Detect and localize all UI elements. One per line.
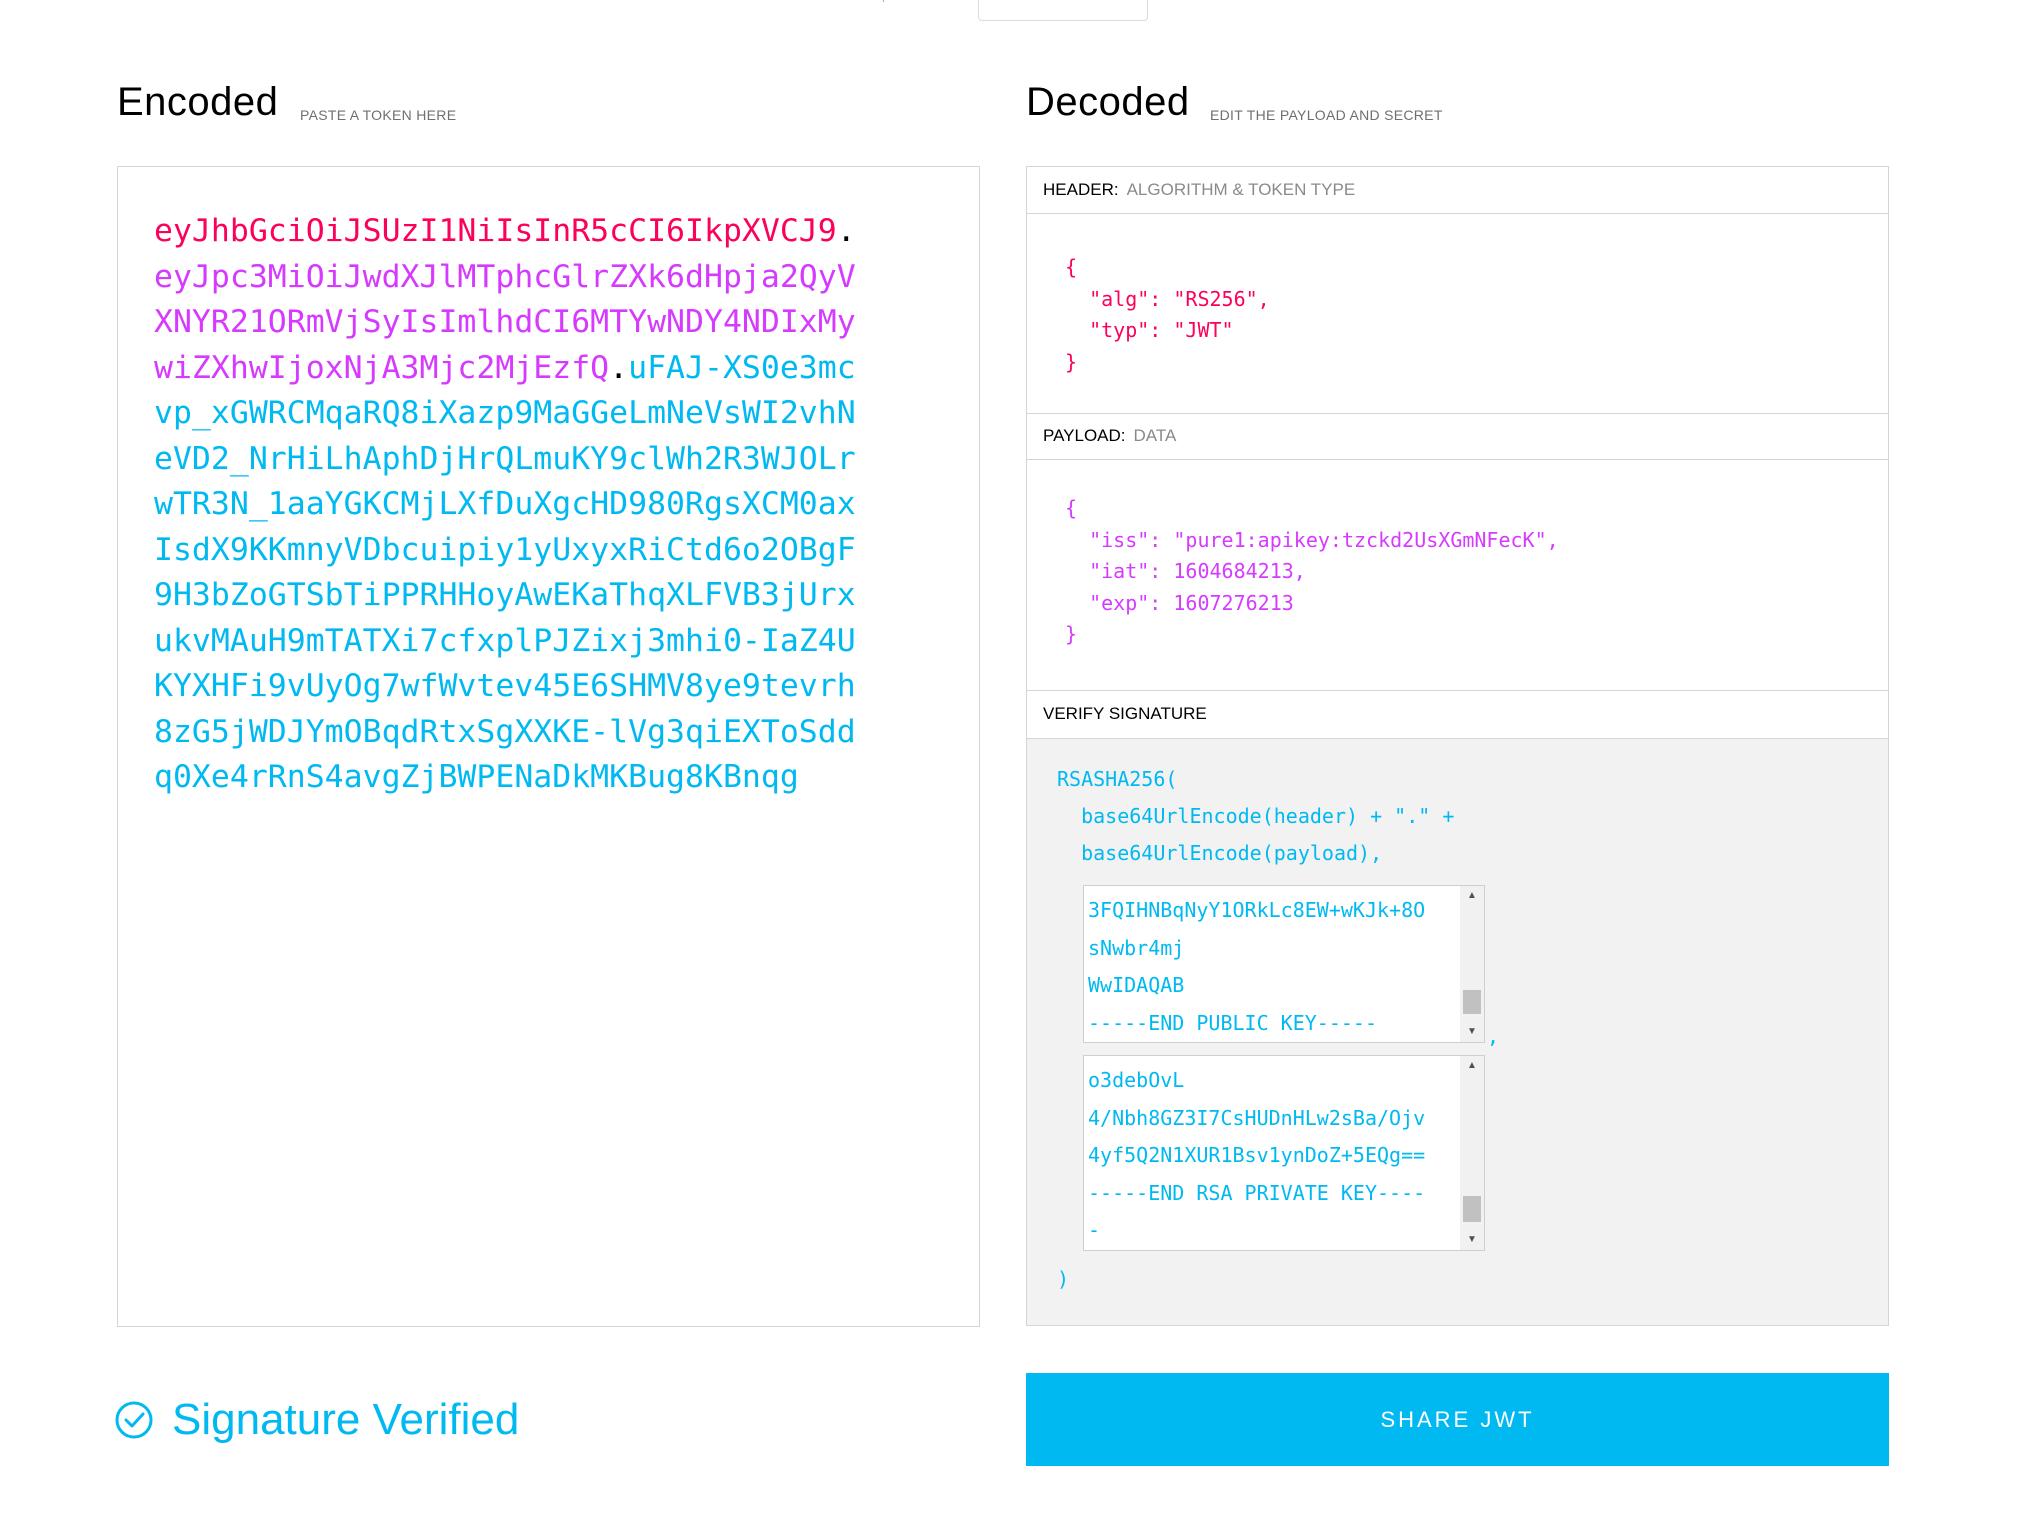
signature-code: RSASHA256( base64UrlEncode(header) + "."… (1057, 767, 1455, 865)
encoded-title: Encoded (117, 80, 279, 124)
header-label: HEADER: (1043, 180, 1119, 199)
private-key-textarea[interactable]: o3debOvL 4/Nbh8GZ3I7CsHUDnHLw2sBa/Ojv 4y… (1083, 1055, 1485, 1251)
scroll-thumb[interactable] (1463, 990, 1481, 1014)
signature-status: Signature Verified (114, 1395, 519, 1445)
top-tab-box[interactable] (978, 0, 1148, 21)
token-text[interactable]: eyJhbGciOiJSUzI1NiIsInR5cCI6IkpXVCJ9.eyJ… (154, 209, 874, 801)
token-header-part: eyJhbGciOiJSUzI1NiIsInR5cCI6IkpXVCJ9 (154, 213, 837, 249)
top-partial-text: ˙ (882, 0, 886, 12)
encoded-subtitle: PASTE A TOKEN HERE (300, 107, 457, 123)
token-signature-part: uFAJ-XS0e3mcvp_xGWRCMqaRQ8iXazp9MaGGeLmN… (154, 349, 856, 796)
header-sublabel: ALGORITHM & TOKEN TYPE (1126, 180, 1356, 199)
public-key-text: 3FQIHNBqNyY1ORkLc8EW+wKJk+8O sNwbr4mj Ww… (1088, 898, 1426, 1035)
decoded-subtitle: EDIT THE PAYLOAD AND SECRET (1210, 107, 1443, 123)
comma: , (1487, 1024, 1500, 1048)
signature-status-text: Signature Verified (172, 1395, 520, 1444)
verify-label: VERIFY SIGNATURE (1043, 704, 1207, 723)
share-jwt-button[interactable]: SHARE JWT (1026, 1373, 1889, 1466)
public-key-textarea[interactable]: 3FQIHNBqNyY1ORkLc8EW+wKJk+8O sNwbr4mj Ww… (1083, 885, 1485, 1043)
scroll-down-icon[interactable]: ▼ (1460, 1022, 1484, 1042)
payload-panel-title: PAYLOAD: DATA (1027, 413, 1888, 460)
public-key-scrollbar[interactable]: ▲ ▼ (1460, 886, 1484, 1042)
header-panel-title: HEADER: ALGORITHM & TOKEN TYPE (1027, 167, 1888, 214)
private-key-text: o3debOvL 4/Nbh8GZ3I7CsHUDnHLw2sBa/Ojv 4y… (1088, 1068, 1426, 1242)
token-dot-2: . (609, 349, 629, 386)
token-dot-1: . (836, 213, 856, 249)
scroll-down-icon[interactable]: ▼ (1460, 1230, 1484, 1250)
scroll-up-icon[interactable]: ▲ (1460, 886, 1484, 906)
decoded-panel: HEADER: ALGORITHM & TOKEN TYPE { "alg": … (1026, 166, 1889, 1326)
verify-panel-title: VERIFY SIGNATURE (1027, 690, 1888, 739)
header-json-editor[interactable]: { "alg": "RS256", "typ": "JWT" } (1065, 252, 1270, 378)
private-key-scrollbar[interactable]: ▲ ▼ (1460, 1056, 1484, 1250)
decoded-title: Decoded (1026, 80, 1190, 124)
check-circle-icon (115, 1401, 153, 1439)
scroll-thumb[interactable] (1463, 1196, 1481, 1222)
scroll-up-icon[interactable]: ▲ (1460, 1056, 1484, 1076)
encoded-token-input[interactable]: eyJhbGciOiJSUzI1NiIsInR5cCI6IkpXVCJ9.eyJ… (117, 166, 980, 1327)
payload-label: PAYLOAD: (1043, 426, 1126, 445)
signature-code-close: ) (1057, 1267, 1070, 1291)
payload-json-editor[interactable]: { "iss": "pure1:apikey:tzckd2UsXGmNFecK"… (1065, 493, 1559, 651)
verify-signature-area: RSASHA256( base64UrlEncode(header) + "."… (1027, 739, 1888, 1325)
payload-sublabel: DATA (1133, 426, 1177, 445)
